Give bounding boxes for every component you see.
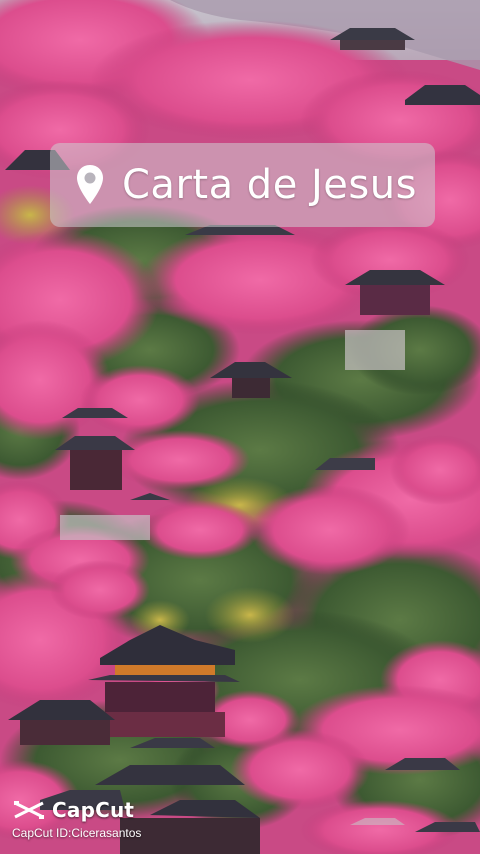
map-pin-icon [77, 165, 103, 204]
location-label: Carta de Jesus [122, 162, 417, 208]
blossom-temple-scene [0, 0, 480, 854]
capcut-logo-icon [14, 801, 44, 819]
capcut-id-text: CapCut ID:Cicerasantos [12, 826, 142, 840]
capcut-watermark: CapCut CapCut ID:Cicerasantos [12, 796, 141, 840]
location-sticker[interactable]: Carta de Jesus [50, 143, 435, 227]
capcut-brand-text: CapCut [52, 798, 135, 822]
